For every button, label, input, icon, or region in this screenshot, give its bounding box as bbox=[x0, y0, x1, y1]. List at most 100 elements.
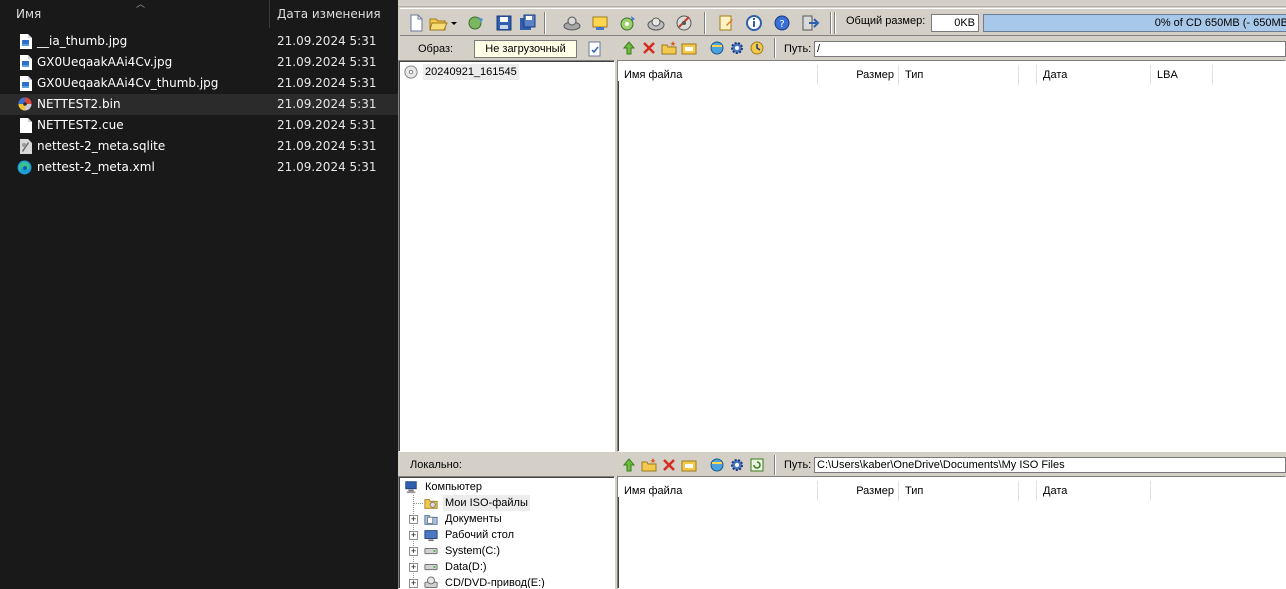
file-name: NETTEST2.cue bbox=[37, 118, 124, 132]
edge-xml-icon bbox=[17, 160, 32, 175]
save-icon[interactable] bbox=[494, 13, 514, 33]
refresh-icon[interactable] bbox=[749, 457, 765, 473]
rename-icon[interactable] bbox=[681, 40, 697, 56]
image-file-icon bbox=[20, 76, 32, 91]
file-name: __ia_thumb.jpg bbox=[37, 34, 128, 48]
make-bootable-icon[interactable] bbox=[587, 41, 603, 57]
column-divider[interactable] bbox=[269, 0, 270, 28]
file-date: 21.09.2024 5:31 bbox=[277, 118, 377, 132]
toolbar-separator bbox=[774, 455, 776, 475]
settings-gear-icon[interactable] bbox=[729, 40, 745, 56]
convert-format-icon[interactable] bbox=[674, 13, 694, 33]
expand-toggle[interactable]: + bbox=[409, 579, 418, 588]
toolbar-separator bbox=[830, 12, 832, 34]
file-row[interactable]: NETTEST2.cue 21.09.2024 5:31 bbox=[0, 115, 398, 136]
file-name: NETTEST2.bin bbox=[37, 97, 121, 111]
extract-icon[interactable] bbox=[466, 13, 486, 33]
column-header-type[interactable]: Тип bbox=[899, 481, 1019, 501]
file-row[interactable]: GX0UeqaakAAi4Cv_thumb.jpg 21.09.2024 5:3… bbox=[0, 73, 398, 94]
tree-item-label: Рабочий стол bbox=[445, 529, 515, 541]
ultraiso-window: ? Общий размер: 0KB 0% of CD 650MB (- 65… bbox=[398, 0, 1286, 589]
toolbar-separator bbox=[544, 12, 546, 34]
settings-gear-icon[interactable] bbox=[729, 457, 745, 473]
open-dropdown-arrow-icon[interactable] bbox=[450, 13, 458, 33]
column-header-filename[interactable]: Имя файла bbox=[618, 65, 818, 85]
image-path-field[interactable]: / bbox=[814, 41, 1286, 57]
boot-status-field: Не загрузочный bbox=[474, 40, 577, 58]
file-name: nettest-2_meta.sqlite bbox=[37, 139, 166, 153]
column-header-type[interactable]: Тип bbox=[899, 65, 1019, 85]
disc-image-icon bbox=[18, 97, 32, 111]
up-folder-icon[interactable] bbox=[621, 40, 637, 56]
file-row[interactable]: __ia_thumb.jpg 21.09.2024 5:31 bbox=[0, 31, 398, 52]
file-date: 21.09.2024 5:31 bbox=[277, 55, 377, 69]
tree-item-label: System(C:) bbox=[445, 545, 500, 557]
new-folder-icon[interactable] bbox=[641, 457, 657, 473]
file-row-selected[interactable]: NETTEST2.bin 21.09.2024 5:31 bbox=[0, 94, 398, 115]
computer-icon bbox=[405, 481, 417, 494]
local-path-field[interactable]: C:\Users\kaber\OneDrive\Documents\My ISO… bbox=[814, 457, 1286, 473]
cd-root-icon bbox=[404, 65, 418, 79]
new-file-icon[interactable] bbox=[406, 13, 426, 33]
column-header-date-modified[interactable]: Дата изменения bbox=[277, 0, 398, 28]
options-icon[interactable] bbox=[716, 13, 736, 33]
rename-icon[interactable] bbox=[681, 457, 697, 473]
image-file-icon bbox=[20, 55, 32, 70]
exit-icon[interactable] bbox=[800, 13, 820, 33]
image-file-icon bbox=[20, 34, 32, 49]
expand-toggle[interactable]: + bbox=[409, 531, 418, 540]
open-folder-icon[interactable] bbox=[428, 13, 448, 33]
burn-disc-icon[interactable] bbox=[562, 13, 582, 33]
file-name: GX0UeqaakAAi4Cv.jpg bbox=[37, 55, 173, 69]
file-date: 21.09.2024 5:31 bbox=[277, 160, 377, 174]
column-header-date[interactable]: Дата bbox=[1037, 65, 1151, 85]
file-date: 21.09.2024 5:31 bbox=[277, 34, 377, 48]
documents-folder-icon bbox=[424, 515, 438, 525]
column-header-lba[interactable]: LBA bbox=[1151, 65, 1213, 85]
tree-item-label: CD/DVD-привод(E:) bbox=[445, 577, 545, 589]
column-header-size[interactable]: Размер bbox=[818, 481, 899, 501]
svg-text:?: ? bbox=[779, 19, 784, 30]
file-name: nettest-2_meta.xml bbox=[37, 160, 155, 174]
add-files-icon[interactable] bbox=[709, 40, 725, 56]
cd-drive-icon bbox=[424, 576, 438, 588]
expand-toggle[interactable]: + bbox=[409, 563, 418, 572]
expand-toggle[interactable]: + bbox=[409, 515, 418, 524]
file-row[interactable]: nettest-2_meta.xml 21.09.2024 5:31 bbox=[0, 157, 398, 178]
new-folder-icon[interactable] bbox=[661, 40, 677, 56]
column-divider bbox=[1019, 65, 1037, 85]
image-list-header: Имя файла Размер Тип Дата LBA bbox=[618, 61, 1285, 85]
properties-info-icon[interactable] bbox=[744, 13, 764, 33]
main-toolbar: ? Общий размер: 0KB 0% of CD 650MB (- 65… bbox=[400, 8, 1286, 36]
image-label: Образ: bbox=[418, 43, 454, 55]
toolbar-separator bbox=[774, 38, 776, 58]
column-header-size[interactable]: Размер bbox=[818, 65, 899, 85]
file-explorer-pane: Имя ︿ Дата изменения __ia_thumb.jpg 21.0… bbox=[0, 0, 398, 589]
help-icon[interactable]: ? bbox=[772, 13, 792, 33]
column-header-filename[interactable]: Имя файла bbox=[618, 481, 818, 501]
compress-iso-icon[interactable] bbox=[646, 13, 666, 33]
tree-item-label: 20240921_161545 bbox=[423, 64, 519, 80]
make-cd-image-icon[interactable] bbox=[618, 13, 638, 33]
total-size-label: Общий размер: bbox=[846, 15, 926, 27]
file-row[interactable]: GX0UeqaakAAi4Cv.jpg 21.09.2024 5:31 bbox=[0, 52, 398, 73]
column-divider bbox=[1019, 481, 1037, 501]
add-to-image-icon[interactable] bbox=[709, 457, 725, 473]
cd-capacity-text: 0% of CD 650MB (- 650MB bbox=[1154, 17, 1286, 29]
sqlite-file-icon bbox=[20, 139, 32, 154]
refresh-clock-icon[interactable] bbox=[749, 40, 765, 56]
file-row[interactable]: nettest-2_meta.sqlite 21.09.2024 5:31 bbox=[0, 136, 398, 157]
tree-item-label: Мои ISO-файлы bbox=[443, 495, 530, 511]
delete-icon[interactable] bbox=[641, 40, 657, 56]
column-header-date[interactable]: Дата bbox=[1037, 481, 1151, 501]
up-folder-icon[interactable] bbox=[621, 457, 637, 473]
local-label: Локально: bbox=[410, 459, 462, 471]
expand-toggle[interactable]: + bbox=[409, 547, 418, 556]
image-path-label: Путь: bbox=[784, 43, 812, 55]
local-tree-pane: Компьютер Мои ISO-файлы + Документы + Ра… bbox=[398, 476, 615, 589]
delete-icon[interactable] bbox=[661, 457, 677, 473]
image-tree-pane: 20240921_161545 bbox=[398, 60, 615, 452]
virtual-drive-icon[interactable] bbox=[590, 13, 610, 33]
file-date: 21.09.2024 5:31 bbox=[277, 97, 377, 111]
save-as-icon[interactable] bbox=[518, 13, 538, 33]
